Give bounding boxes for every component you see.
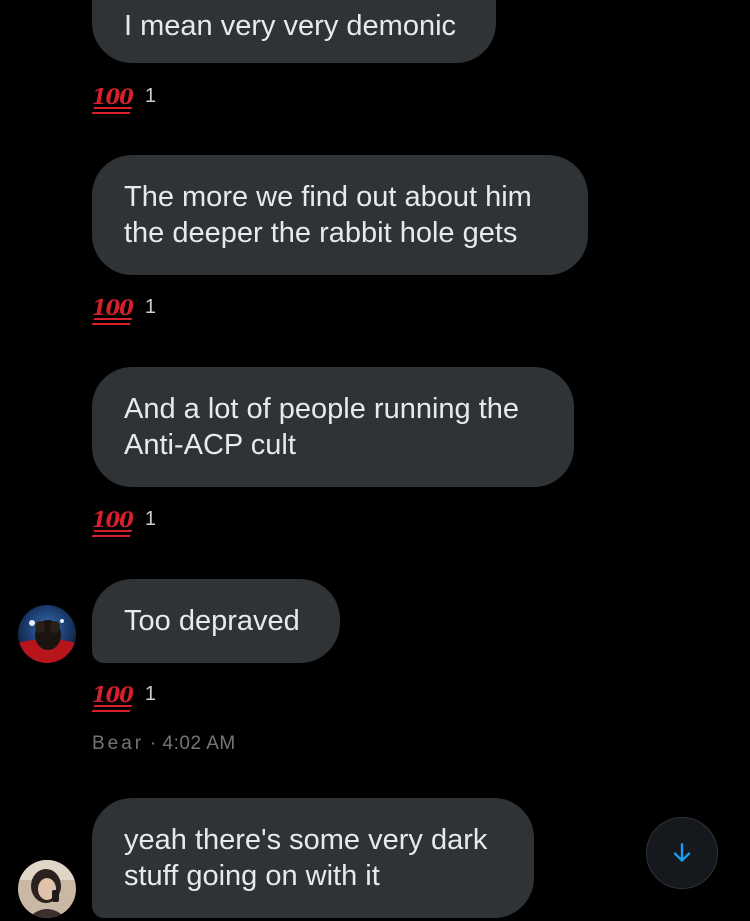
- reaction-pill[interactable]: 100 1: [92, 508, 156, 531]
- reaction-count: 1: [144, 508, 156, 530]
- avatar[interactable]: [18, 605, 76, 663]
- scroll-to-bottom-button[interactable]: [646, 817, 718, 889]
- avatar[interactable]: [18, 860, 76, 918]
- message-text: I mean very very demonic: [124, 9, 457, 42]
- reaction-pill[interactable]: 100 1: [92, 296, 156, 319]
- sender-name[interactable]: Bear: [92, 733, 144, 754]
- message-bubble[interactable]: The more we find out about him the deepe…: [92, 155, 588, 275]
- reaction-count: 1: [144, 683, 156, 705]
- message-bubble[interactable]: Too depraved: [92, 579, 340, 663]
- hundred-points-icon: 100: [92, 294, 134, 320]
- reaction-count: 1: [144, 296, 156, 318]
- meta-separator: ·: [144, 733, 163, 754]
- hundred-points-icon: 100: [92, 83, 134, 109]
- message-text: And a lot of people running the Anti-ACP…: [124, 393, 520, 461]
- reaction-pill[interactable]: 100 1: [92, 683, 156, 706]
- message-text: yeah there's some very dark stuff going …: [124, 824, 488, 892]
- reaction-pill[interactable]: 100 1: [92, 85, 156, 108]
- avatar-image: [18, 605, 76, 663]
- message-time: 4:02 AM: [162, 733, 236, 754]
- avatar-image: [18, 860, 76, 918]
- hundred-points-icon: 100: [92, 506, 134, 532]
- message-bubble[interactable]: I mean very very demonic: [92, 0, 496, 63]
- reaction-count: 1: [144, 85, 156, 107]
- message-bubble[interactable]: yeah there's some very dark stuff going …: [92, 798, 534, 918]
- message-meta: Bear · 4:02 AM: [92, 733, 236, 755]
- message-text: Too depraved: [124, 605, 300, 637]
- message-text: The more we find out about him the deepe…: [124, 181, 532, 249]
- message-bubble[interactable]: And a lot of people running the Anti-ACP…: [92, 367, 574, 487]
- arrow-down-icon: [673, 843, 691, 862]
- hundred-points-icon: 100: [92, 681, 134, 707]
